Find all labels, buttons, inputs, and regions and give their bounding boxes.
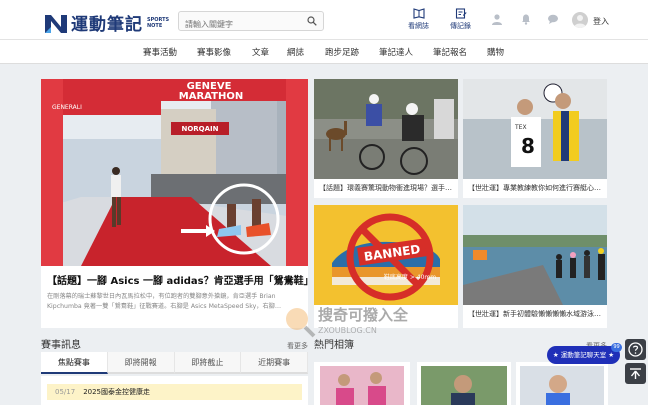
generali-text: GENERALI — [52, 104, 82, 111]
featured-article-image: NORQAIN GENEVE MARATHON GENERALI — [41, 79, 308, 266]
article-card-title[interactable]: 【世壯運】新手初體驗懶懶懶懶水域游泳… — [463, 305, 607, 323]
watermark-line1: 搜奇可撥入全 — [318, 306, 409, 324]
upload-log-button[interactable]: 傳記錄 — [450, 8, 471, 31]
nav-item-experts[interactable]: 筆記達人 — [379, 46, 413, 58]
search-box — [178, 11, 324, 34]
album-thumbnail[interactable] — [314, 362, 410, 405]
main-nav: 賽事活動 賽事影像 文章 網誌 跑步足跡 筆記達人 筆記報名 購物 — [0, 40, 648, 64]
news-section-title: 賽事訊息 — [41, 340, 81, 351]
chat-room-button[interactable]: ★ 運動筆記聊天室 ★ — [547, 346, 620, 364]
banned-sub-text: 鞋底高度 > 40mm — [384, 273, 436, 281]
watermark-line2: ZXOUBLOG.CN — [318, 326, 377, 335]
login-link[interactable]: 登入 — [593, 16, 609, 27]
user-icon[interactable] — [491, 13, 503, 25]
jersey-number-text: 8 — [521, 134, 535, 158]
norqain-banner-text: NORQAIN — [181, 125, 218, 133]
album-thumbnail[interactable] — [417, 362, 511, 405]
brand-name: 運動筆記 — [71, 15, 143, 35]
article-card[interactable]: 【話題】環義賽驚現動物衝進現場？選手… — [314, 79, 458, 198]
watermark: 搜奇可撥入全 ZXOUBLOG.CN — [282, 304, 408, 346]
nav-item-registration[interactable]: 筆記報名 — [433, 46, 467, 58]
tab-closing-soon[interactable]: 即將截止 — [174, 352, 242, 374]
tab-opening-soon[interactable]: 即將開報 — [107, 352, 175, 374]
article-card-title[interactable]: 【話題】環義賽驚現動物衝進現場？選手… — [314, 179, 458, 197]
nav-item-articles[interactable]: 文章 — [252, 46, 269, 58]
question-icon — [628, 342, 643, 357]
upload-log-icon — [455, 8, 466, 19]
article-card[interactable]: 【世壯運】新手初體驗懶懶懶懶水域游泳… — [463, 205, 607, 328]
view-blog-label: 看網誌 — [408, 22, 429, 30]
news-list: 05/17 2025國泰金控健康走 — [41, 376, 308, 405]
article-card-image: TEX 8 — [463, 79, 607, 179]
news-name: 2025國泰金控健康走 — [83, 388, 151, 396]
nav-item-blog[interactable]: 網誌 — [287, 46, 304, 58]
article-card-image — [463, 205, 607, 305]
article-card-image — [314, 79, 458, 179]
article-card-image: BANNED 鞋底高度 > 40mm — [314, 205, 458, 305]
logo-mark-icon — [45, 14, 67, 33]
news-date: 05/17 — [55, 388, 76, 396]
bell-icon[interactable] — [520, 13, 532, 25]
nav-item-running-tracks[interactable]: 跑步足跡 — [325, 46, 359, 58]
news-tabs: 焦點賽事 即將開報 即將截止 近期賽事 — [41, 352, 308, 374]
nav-item-shop[interactable]: 購物 — [487, 46, 504, 58]
back-to-top-button[interactable] — [625, 363, 646, 384]
nav-item-event-photos[interactable]: 賽事影像 — [197, 46, 231, 58]
article-card[interactable]: TEX 8 【世壯運】專業教練教你如何進行賽艇心… — [463, 79, 607, 198]
site-header: 運動筆記 SPORTS NOTE 看網誌 傳記錄 — [0, 0, 648, 40]
view-blog-button[interactable]: 看網誌 — [408, 8, 429, 31]
site-logo[interactable]: 運動筆記 SPORTS NOTE — [45, 10, 177, 35]
tab-featured-events[interactable]: 焦點賽事 — [41, 352, 108, 374]
featured-article-card[interactable]: NORQAIN GENEVE MARATHON GENERALI 【話題】一腳 … — [41, 79, 308, 328]
featured-article-description: 在剛落幕的瑞士蘇黎世日內瓦馬拉松中，有位跑者的雙腳意外搶鏡，肯亞選手 Brian… — [47, 293, 282, 310]
article-card-title[interactable]: 【世壯運】專業教練教你如何進行賽艇心… — [463, 179, 607, 197]
tab-upcoming-events[interactable]: 近期賽事 — [241, 352, 308, 374]
arch-marathon-text: MARATHON — [179, 91, 243, 102]
chat-unread-badge: 99 — [611, 343, 622, 352]
help-button[interactable] — [625, 339, 646, 360]
upload-log-label: 傳記錄 — [450, 22, 471, 30]
featured-article-title[interactable]: 【話題】一腳 Asics 一腳 adidas？肯亞選手用「鴛鴦鞋」… — [41, 266, 308, 287]
list-item[interactable]: 05/17 2025國泰金控健康走 — [47, 384, 302, 400]
watermark-search-icon — [286, 308, 316, 338]
arrow-up-icon — [630, 368, 641, 379]
jersey-name-text: TEX — [514, 124, 527, 131]
album-thumbnail[interactable] — [516, 362, 608, 405]
search-icon[interactable] — [307, 16, 317, 26]
chat-icon[interactable] — [547, 13, 559, 25]
nav-item-events[interactable]: 賽事活動 — [143, 46, 177, 58]
search-input[interactable] — [179, 15, 299, 34]
avatar[interactable] — [572, 12, 588, 28]
book-icon — [412, 8, 425, 19]
avatar-placeholder-icon — [574, 15, 586, 28]
brand-sub: SPORTS NOTE — [147, 16, 170, 29]
